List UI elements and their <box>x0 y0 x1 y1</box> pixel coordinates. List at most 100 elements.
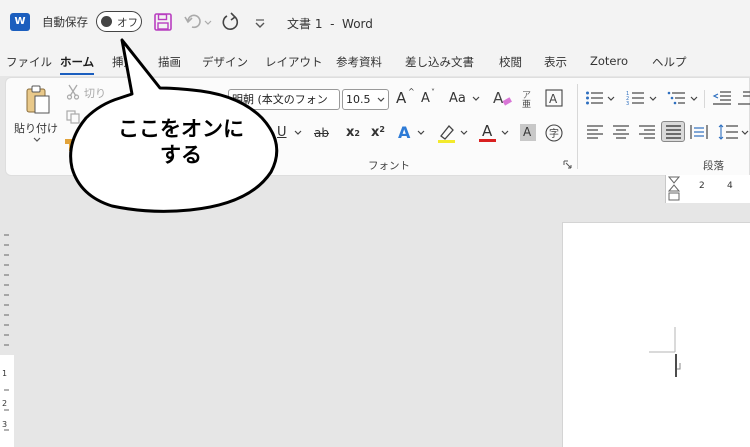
numbering-icon[interactable]: 1 2 3 <box>626 90 646 106</box>
autosave-label: 自動保存 <box>42 15 88 29</box>
redo-icon[interactable] <box>220 12 242 32</box>
paste-label[interactable]: 貼り付け <box>14 120 58 136</box>
format-painter-icon[interactable] <box>64 138 76 152</box>
distributed-icon[interactable] <box>690 124 708 140</box>
highlight-icon[interactable] <box>437 122 457 144</box>
align-left-icon[interactable] <box>586 124 604 140</box>
font-name-value: 明朝 (本文のフォン <box>232 93 328 106</box>
font-size-combo[interactable]: 10.5 <box>342 89 389 110</box>
phonetic-guide-icon[interactable]: ア 亜 <box>519 88 539 108</box>
font-color-button[interactable]: A <box>482 122 492 140</box>
highlight-dropdown-icon[interactable] <box>460 130 468 136</box>
document-page[interactable] <box>562 222 750 447</box>
change-case-button[interactable]: Aa <box>449 91 466 106</box>
callout-text-line-2: する <box>160 143 202 167</box>
tab-references[interactable]: 参考資料 <box>336 54 382 70</box>
callout-text: ここをオンに する <box>96 116 266 168</box>
document-title: 文書 1 - Word <box>287 17 373 31</box>
autosave-toggle[interactable]: オフ <box>96 11 142 32</box>
tab-insert[interactable]: 挿入 <box>112 54 135 70</box>
bullets-dropdown-icon[interactable] <box>607 96 615 102</box>
tab-mailings[interactable]: 差し込み文書 <box>405 54 474 70</box>
line-spacing-icon[interactable] <box>718 123 740 141</box>
horizontal-ruler[interactable]: 2 4 <box>665 175 750 203</box>
chevron-down-icon[interactable] <box>253 12 267 32</box>
tab-help[interactable]: ヘルプ <box>652 54 687 70</box>
increase-indent-icon[interactable] <box>737 90 750 106</box>
subscript-button[interactable]: x2 <box>346 125 360 140</box>
font-color-swatch <box>479 139 496 142</box>
clear-formatting-icon[interactable]: A <box>492 88 512 108</box>
enclose-characters-icon[interactable]: 字 <box>544 123 564 143</box>
copy-icon[interactable] <box>66 110 80 124</box>
save-icon[interactable] <box>153 12 173 32</box>
tab-draw[interactable]: 描画 <box>158 54 181 70</box>
grow-font-arrow-icon: ^ <box>408 87 415 96</box>
svg-text:3: 3 <box>626 101 629 106</box>
font-name-combo[interactable]: 明朝 (本文のフォン <box>228 89 340 110</box>
svg-text:A: A <box>493 89 504 107</box>
tab-zotero[interactable]: Zotero <box>590 54 628 68</box>
font-color-dropdown-icon[interactable] <box>501 130 509 136</box>
grow-font-button[interactable]: A <box>396 89 406 107</box>
cut-label[interactable]: 切り <box>84 85 106 101</box>
shrink-font-button[interactable]: A <box>421 91 430 106</box>
align-center-icon[interactable] <box>612 124 630 140</box>
margin-corner-mark <box>649 327 681 377</box>
toggle-knob <box>101 16 112 27</box>
paste-icon[interactable] <box>24 84 52 116</box>
clipboard-group-label: ク <box>70 160 81 172</box>
cut-icon[interactable] <box>66 84 80 100</box>
decrease-indent-icon[interactable] <box>712 90 732 106</box>
paragraph-group-label: 段落 <box>703 160 724 172</box>
tab-review[interactable]: 校閲 <box>499 54 522 70</box>
text-effects-button[interactable]: A <box>398 123 410 142</box>
superscript-button[interactable]: x2 <box>371 125 385 140</box>
align-right-icon[interactable] <box>638 124 656 140</box>
active-tab-indicator <box>60 73 94 75</box>
svg-text:A: A <box>549 92 558 106</box>
underline-dropdown-icon[interactable] <box>294 130 302 136</box>
ribbon-separator <box>577 84 578 169</box>
vertical-ruler[interactable]: 1 2 3 <box>0 205 14 447</box>
autosave-toggle-state: オフ <box>117 17 138 29</box>
ruler-label: 2 <box>699 181 705 191</box>
svg-text:亜: 亜 <box>522 99 531 108</box>
tab-file[interactable]: ファイル <box>6 54 52 70</box>
change-case-dropdown-icon[interactable] <box>472 96 480 102</box>
ribbon-tabs: ファイル ホーム 挿入 描画 デザイン レイアウト 参考資料 差し込み文書 校閲… <box>0 44 750 76</box>
multilevel-list-dropdown-icon[interactable] <box>690 96 698 102</box>
vertical-ruler-ticks <box>0 234 14 447</box>
paste-dropdown-icon[interactable] <box>32 136 42 144</box>
word-logo-icon: W <box>10 13 30 31</box>
font-dialog-launcher-icon[interactable] <box>563 160 572 169</box>
font-size-value: 10.5 <box>346 93 371 106</box>
ruler-label: 2 <box>2 399 8 408</box>
paragraph-separator <box>704 90 705 108</box>
tab-design[interactable]: デザイン <box>202 54 248 70</box>
text-effects-dropdown-icon[interactable] <box>417 130 425 136</box>
tab-layout[interactable]: レイアウト <box>265 54 323 70</box>
character-shading-button[interactable]: A <box>520 124 536 141</box>
indent-marker-icon[interactable] <box>668 176 680 202</box>
undo-icon[interactable] <box>183 12 213 32</box>
justify-button[interactable] <box>661 121 685 142</box>
shrink-font-arrow-icon: ˅ <box>431 88 435 97</box>
line-spacing-dropdown-icon[interactable] <box>741 130 749 136</box>
justify-icon <box>666 125 681 139</box>
tab-home[interactable]: ホーム <box>60 54 94 70</box>
ruler-label: 3 <box>2 420 8 429</box>
numbering-dropdown-icon[interactable] <box>649 96 657 102</box>
tab-view[interactable]: 表示 <box>544 54 567 70</box>
underline-button[interactable]: U <box>277 125 287 140</box>
ruler-label: 4 <box>727 181 733 191</box>
enclosed-character-border-icon[interactable]: A <box>545 89 563 107</box>
character-shading-label: A <box>523 125 532 139</box>
font-size-dropdown-icon <box>377 97 385 102</box>
ruler-label: 1 <box>2 369 8 378</box>
font-group-label: フォント <box>368 160 410 172</box>
multilevel-list-icon[interactable] <box>667 90 687 106</box>
title-bar: W 自動保存 オフ 文書 1 - Word <box>0 0 750 44</box>
strikethrough-button[interactable]: ab <box>314 126 329 140</box>
bullets-icon[interactable] <box>585 90 605 106</box>
